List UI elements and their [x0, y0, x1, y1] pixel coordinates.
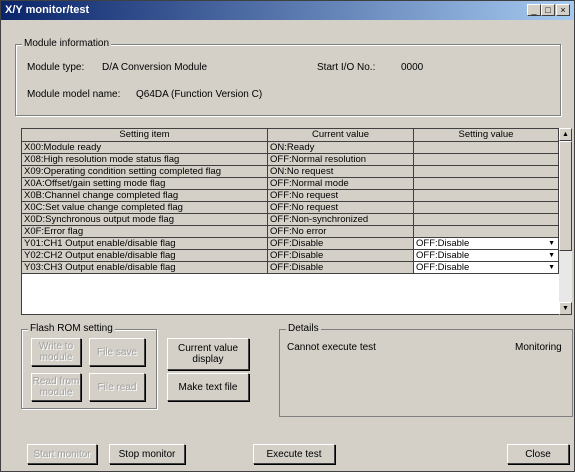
- details-legend: Details: [286, 323, 321, 334]
- header-current-value: Current value: [268, 129, 414, 142]
- ch1-setting-value: OFF:Disable: [416, 238, 470, 249]
- table-header-row: Setting item Current value Setting value: [22, 129, 560, 142]
- row-setting-item: X0D:Synchronous output mode flag: [22, 214, 268, 226]
- scroll-down-icon[interactable]: ▼: [559, 302, 572, 315]
- start-monitor-button[interactable]: Start monitor: [27, 444, 97, 464]
- table-row: X0A:Offset/gain setting mode flag OFF:No…: [22, 178, 560, 190]
- table-row: Y01:CH1 Output enable/disable flag OFF:D…: [22, 238, 560, 250]
- row-setting-item: X09:Operating condition setting complete…: [22, 166, 268, 178]
- chevron-down-icon[interactable]: ▼: [548, 262, 555, 273]
- header-setting-value: Setting value: [414, 129, 559, 142]
- chevron-down-icon[interactable]: ▼: [548, 250, 555, 261]
- scroll-track[interactable]: [559, 141, 572, 302]
- row-current-value: ON:No request: [268, 166, 414, 178]
- row-setting-item: X08:High resolution mode status flag: [22, 154, 268, 166]
- row-current-value: OFF:Normal mode: [268, 178, 414, 190]
- row-setting-value: [414, 214, 559, 226]
- window-title: X/Y monitor/test: [5, 4, 90, 16]
- module-model-name-label: Module model name:: [27, 89, 121, 100]
- write-to-module-button[interactable]: Write to module: [31, 338, 81, 366]
- row-setting-item: X0A:Offset/gain setting mode flag: [22, 178, 268, 190]
- read-from-module-button[interactable]: Read from module: [31, 373, 81, 401]
- file-read-button[interactable]: File read: [89, 373, 145, 401]
- table-row: X0F:Error flag OFF:No error: [22, 226, 560, 238]
- scroll-up-icon[interactable]: ▲: [559, 128, 572, 141]
- stop-monitor-button[interactable]: Stop monitor: [109, 444, 185, 464]
- row-setting-value: [414, 190, 559, 202]
- row-setting-item: Y02:CH2 Output enable/disable flag: [22, 250, 268, 262]
- table-row: X08:High resolution mode status flag OFF…: [22, 154, 560, 166]
- table-row: X00:Module ready ON:Ready: [22, 142, 560, 154]
- execute-test-button[interactable]: Execute test: [253, 444, 335, 464]
- module-information-legend: Module information: [22, 38, 112, 49]
- ch1-setting-select[interactable]: OFF:Disable ▼: [414, 238, 559, 250]
- row-setting-value: [414, 166, 559, 178]
- row-current-value: OFF:Disable: [268, 250, 414, 262]
- minimize-button[interactable]: _: [527, 4, 541, 16]
- table-scrollbar[interactable]: ▲ ▼: [559, 128, 572, 315]
- row-setting-item: Y03:CH3 Output enable/disable flag: [22, 262, 268, 274]
- module-type-value: D/A Conversion Module: [102, 62, 208, 73]
- row-current-value: ON:Ready: [268, 142, 414, 154]
- row-current-value: OFF:No request: [268, 190, 414, 202]
- table-row: X0B:Channel change completed flag OFF:No…: [22, 190, 560, 202]
- table-row: Y03:CH3 Output enable/disable flag OFF:D…: [22, 262, 560, 274]
- start-io-value: 0000: [401, 62, 424, 73]
- make-text-file-button[interactable]: Make text file: [167, 373, 249, 401]
- monitoring-status: Monitoring: [515, 342, 562, 353]
- row-current-value: OFF:Non-synchronized: [268, 214, 414, 226]
- close-button[interactable]: Close: [507, 444, 569, 464]
- row-setting-value: [414, 178, 559, 190]
- x-y-monitor-test-window: X/Y monitor/test _ □ × Module informatio…: [0, 0, 575, 472]
- row-setting-item: X0B:Channel change completed flag: [22, 190, 268, 202]
- row-current-value: OFF:No error: [268, 226, 414, 238]
- ch2-setting-select[interactable]: OFF:Disable ▼: [414, 250, 559, 262]
- start-io-label: Start I/O No.:: [317, 62, 376, 73]
- scroll-thumb[interactable]: [559, 141, 572, 251]
- table-row: X0D:Synchronous output mode flag OFF:Non…: [22, 214, 560, 226]
- row-current-value: OFF:Normal resolution: [268, 154, 414, 166]
- row-setting-value: [414, 202, 559, 214]
- row-setting-item: Y01:CH1 Output enable/disable flag: [22, 238, 268, 250]
- header-setting-item: Setting item: [22, 129, 268, 142]
- row-setting-value: [414, 226, 559, 238]
- ch2-setting-value: OFF:Disable: [416, 250, 470, 261]
- flash-rom-setting-legend: Flash ROM setting: [28, 323, 115, 334]
- row-setting-item: X0C:Set value change completed flag: [22, 202, 268, 214]
- row-setting-value: [414, 154, 559, 166]
- module-model-name-value: Q64DA (Function Version C): [136, 89, 263, 100]
- current-value-display-button[interactable]: Current value display: [167, 338, 249, 370]
- ch3-setting-select[interactable]: OFF:Disable ▼: [414, 262, 559, 274]
- row-setting-value: [414, 142, 559, 154]
- details-message: Cannot execute test: [287, 342, 376, 353]
- row-current-value: OFF:No request: [268, 202, 414, 214]
- row-current-value: OFF:Disable: [268, 262, 414, 274]
- table-row: Y02:CH2 Output enable/disable flag OFF:D…: [22, 250, 560, 262]
- ch3-setting-value: OFF:Disable: [416, 262, 470, 273]
- row-setting-item: X0F:Error flag: [22, 226, 268, 238]
- chevron-down-icon[interactable]: ▼: [548, 238, 555, 249]
- maximize-button[interactable]: □: [541, 4, 555, 16]
- file-save-button[interactable]: File save: [89, 338, 145, 366]
- table-row: X09:Operating condition setting complete…: [22, 166, 560, 178]
- module-information-group: Module information: [15, 38, 561, 116]
- row-setting-item: X00:Module ready: [22, 142, 268, 154]
- close-window-button[interactable]: ×: [556, 4, 570, 16]
- setting-table: Setting item Current value Setting value…: [21, 128, 561, 315]
- table-row: X0C:Set value change completed flag OFF:…: [22, 202, 560, 214]
- row-current-value: OFF:Disable: [268, 238, 414, 250]
- title-bar: X/Y monitor/test _ □ ×: [1, 1, 574, 20]
- module-type-label: Module type:: [27, 62, 85, 73]
